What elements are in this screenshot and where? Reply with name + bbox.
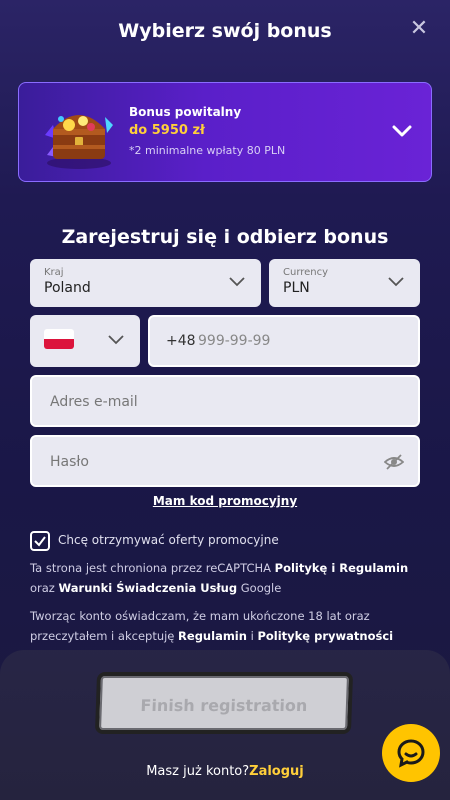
modal-title: Wybierz swój bonus [118,20,332,42]
recaptcha-text: Ta strona jest chroniona przez reCAPTCHA [30,561,275,575]
chevron-down-icon [388,277,404,287]
bonus-text: Bonus powitalny do 5950 zł *2 minimalne … [129,105,285,157]
password-placeholder: Hasło [50,454,89,470]
login-prompt: Masz już konto?Zaloguj [0,764,450,779]
chevron-down-icon [229,277,245,287]
age-notice: Tworząc konto oświadczam, że mam ukończo… [30,606,425,646]
have-account-text: Masz już konto? [146,764,250,779]
age-text-2: i [246,629,258,643]
finish-registration-label: Finish registration [140,696,308,715]
phone-input[interactable]: +48 999-99-99 [148,315,420,367]
registration-title: Zarejestruj się i odbierz bonus [61,226,389,248]
policy-link[interactable]: Politykę i Regulamin [275,561,409,575]
currency-select[interactable]: Currency PLN [269,259,420,307]
recaptcha-text-3: Google [237,581,282,595]
offers-checkbox-label: Chcę otrzymywać oferty promocyjne [58,533,279,547]
welcome-bonus-card[interactable]: Bonus powitalny do 5950 zł *2 minimalne … [18,82,432,182]
promo-code-link[interactable]: Mam kod promocyjny [0,494,450,508]
treasure-chest-icon [45,115,113,169]
currency-value: PLN [283,280,310,296]
country-value: Poland [44,280,91,296]
chevron-down-icon[interactable] [391,123,413,139]
chat-button[interactable] [382,724,440,782]
close-icon[interactable]: ✕ [408,18,430,40]
modal-header: Wybierz swój bonus ✕ [0,0,450,64]
recaptcha-notice: Ta strona jest chroniona przez reCAPTCHA… [30,558,425,598]
chat-icon [397,739,425,768]
check-icon [34,536,46,547]
rules-link[interactable]: Regulamin [178,629,247,643]
finish-registration-button[interactable]: Finish registration [94,672,354,734]
currency-label: Currency [283,267,329,278]
phone-prefix: +48 [166,333,196,349]
eye-off-icon[interactable] [384,453,404,471]
login-link[interactable]: Zaloguj [249,764,304,779]
phone-country-select[interactable] [30,315,140,367]
recaptcha-text-2: oraz [30,581,59,595]
country-select[interactable]: Kraj Poland [30,259,261,307]
bonus-label: Bonus powitalny [129,105,242,119]
email-input[interactable]: Adres e-mail [30,375,420,427]
offers-checkbox[interactable] [30,531,50,551]
privacy-link[interactable]: Politykę prywatności [257,629,393,643]
phone-placeholder: 999-99-99 [198,333,271,349]
bonus-note: *2 minimalne wpłaty 80 PLN [129,144,286,157]
email-placeholder: Adres e-mail [50,394,138,410]
password-input[interactable]: Hasło [30,435,420,487]
poland-flag-icon [44,329,74,349]
bonus-amount: do 5950 zł [129,123,205,138]
chevron-down-icon [108,335,124,345]
country-label: Kraj [44,267,64,278]
terms-link[interactable]: Warunki Świadczenia Usług [59,581,238,595]
